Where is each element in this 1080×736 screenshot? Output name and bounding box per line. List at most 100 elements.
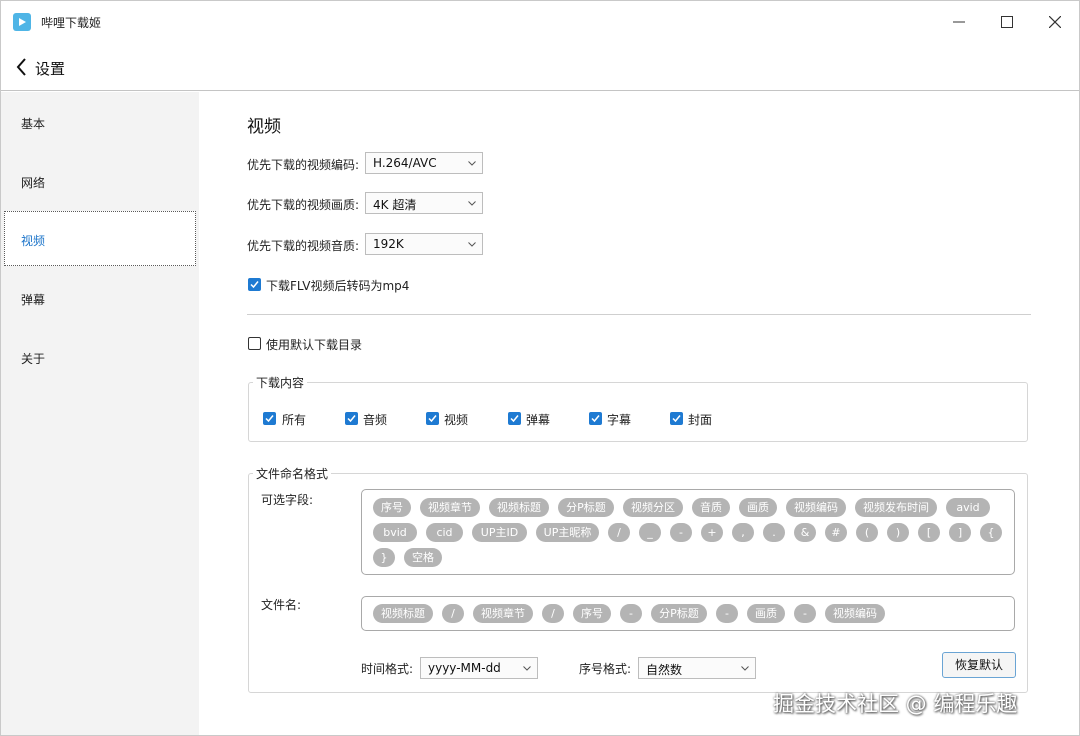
number-format-value: 自然数 bbox=[646, 663, 683, 677]
minimize-button[interactable] bbox=[948, 11, 970, 33]
app-title: 哔哩下载姬 bbox=[41, 16, 102, 30]
field-chip[interactable]: - bbox=[670, 523, 692, 542]
field-chip[interactable]: - bbox=[794, 604, 816, 623]
field-chip[interactable]: ] bbox=[949, 523, 971, 542]
content-audio-label: 音频 bbox=[363, 413, 388, 427]
field-chip[interactable]: _ bbox=[639, 523, 661, 542]
field-chip[interactable]: ) bbox=[887, 523, 909, 542]
number-format-label: 序号格式: bbox=[579, 662, 632, 676]
checkmark-icon bbox=[672, 415, 681, 423]
field-chip[interactable]: 序号 bbox=[573, 604, 611, 623]
codec-label: 优先下载的视频编码: bbox=[247, 158, 360, 172]
field-chip[interactable]: / bbox=[442, 604, 464, 623]
quality-select[interactable]: 4K 超清 bbox=[365, 192, 483, 214]
field-chip[interactable]: 空格 bbox=[404, 548, 442, 567]
field-chip[interactable]: - bbox=[620, 604, 642, 623]
field-chip[interactable]: 序号 bbox=[373, 498, 411, 517]
content-video-label: 视频 bbox=[444, 413, 469, 427]
codec-select[interactable]: H.264/AVC bbox=[365, 152, 483, 174]
field-chip[interactable]: 视频标题 bbox=[373, 604, 433, 623]
field-chip[interactable]: - bbox=[716, 604, 738, 623]
field-chip[interactable]: cid bbox=[426, 523, 463, 542]
page-title: 设置 bbox=[35, 60, 66, 78]
field-chip[interactable]: 视频编码 bbox=[786, 498, 846, 517]
back-button[interactable]: 设置 bbox=[15, 55, 75, 79]
watermark: 掘金技术社区 @ 编程乐趣 bbox=[773, 692, 1018, 716]
sidebar-item-label: 网络 bbox=[21, 176, 46, 190]
field-chip[interactable]: 视频分区 bbox=[623, 498, 683, 517]
content-danmaku-checkbox[interactable] bbox=[508, 412, 521, 425]
content-video-checkbox[interactable] bbox=[426, 412, 439, 425]
field-chip[interactable]: 视频发布时间 bbox=[855, 498, 937, 517]
field-chip[interactable]: 视频编码 bbox=[825, 604, 885, 623]
close-button[interactable] bbox=[1044, 11, 1066, 33]
audio-select[interactable]: 192K bbox=[365, 233, 483, 255]
sidebar-item-danmaku[interactable]: 弹幕 bbox=[4, 270, 196, 325]
sidebar-item-basic[interactable]: 基本 bbox=[4, 94, 196, 149]
optional-fields-label: 可选字段: bbox=[261, 493, 314, 507]
maximize-icon bbox=[1001, 16, 1013, 28]
field-chip[interactable]: 画质 bbox=[747, 604, 785, 623]
quality-value: 4K 超清 bbox=[373, 198, 417, 212]
field-chip[interactable]: & bbox=[794, 523, 816, 542]
app-window: 哔哩下载姬 设置 基本 网络 视频 弹幕 关于 视频 优先下载的视频编码: H.… bbox=[0, 0, 1080, 736]
quality-label: 优先下载的视频画质: bbox=[247, 198, 360, 212]
sidebar-item-label: 视频 bbox=[21, 234, 46, 248]
title-bar: 哔哩下载姬 bbox=[1, 1, 1079, 43]
field-chip[interactable]: bvid bbox=[373, 523, 417, 542]
field-chip[interactable]: . bbox=[763, 523, 785, 542]
content-danmaku-label: 弹幕 bbox=[526, 413, 551, 427]
flv-to-mp4-label: 下载FLV视频后转码为mp4 bbox=[266, 279, 410, 293]
reset-default-button[interactable]: 恢复默认 bbox=[942, 652, 1016, 678]
field-chip[interactable]: # bbox=[825, 523, 847, 542]
field-chip[interactable]: + bbox=[701, 523, 723, 542]
content-subtitle-checkbox[interactable] bbox=[589, 412, 602, 425]
flv-to-mp4-checkbox[interactable] bbox=[248, 278, 261, 291]
sidebar-item-label: 基本 bbox=[21, 117, 46, 131]
content-all-checkbox[interactable] bbox=[263, 412, 276, 425]
content-audio-checkbox[interactable] bbox=[345, 412, 358, 425]
checkmark-icon bbox=[250, 281, 259, 289]
sidebar-item-video[interactable]: 视频 bbox=[4, 211, 196, 266]
field-chip[interactable]: 音质 bbox=[692, 498, 730, 517]
field-chip[interactable]: 视频章节 bbox=[473, 604, 533, 623]
field-chip[interactable]: 画质 bbox=[739, 498, 777, 517]
chevron-down-icon bbox=[468, 242, 476, 247]
file-naming-legend: 文件命名格式 bbox=[253, 465, 332, 482]
sidebar: 基本 网络 视频 弹幕 关于 bbox=[1, 92, 199, 735]
field-chip[interactable]: / bbox=[608, 523, 630, 542]
settings-header: 设置 bbox=[1, 43, 1079, 91]
divider bbox=[247, 314, 1031, 315]
time-format-select[interactable]: yyyy-MM-dd bbox=[420, 657, 538, 679]
field-chip[interactable]: , bbox=[732, 523, 754, 542]
minimize-icon bbox=[953, 21, 965, 23]
field-chip[interactable]: ( bbox=[856, 523, 878, 542]
filename-label: 文件名: bbox=[261, 598, 302, 612]
chevron-down-icon bbox=[468, 161, 476, 166]
field-chip[interactable]: } bbox=[373, 548, 395, 567]
field-chip[interactable]: UP主ID bbox=[472, 523, 527, 542]
field-chip[interactable]: 视频章节 bbox=[420, 498, 480, 517]
field-chip[interactable]: { bbox=[980, 523, 1002, 542]
field-chip[interactable]: UP主昵称 bbox=[536, 523, 599, 542]
maximize-button[interactable] bbox=[996, 11, 1018, 33]
chevron-down-icon bbox=[741, 666, 749, 671]
chevron-left-icon bbox=[16, 58, 26, 76]
field-chip[interactable]: avid bbox=[946, 498, 990, 517]
field-chip[interactable]: 视频标题 bbox=[489, 498, 549, 517]
codec-value: H.264/AVC bbox=[373, 156, 437, 170]
field-chip[interactable]: / bbox=[542, 604, 564, 623]
field-chip[interactable]: 分P标题 bbox=[558, 498, 614, 517]
sidebar-item-about[interactable]: 关于 bbox=[4, 329, 196, 384]
field-chip[interactable]: [ bbox=[918, 523, 940, 542]
audio-label: 优先下载的视频音质: bbox=[247, 239, 360, 253]
audio-value: 192K bbox=[373, 237, 404, 251]
number-format-select[interactable]: 自然数 bbox=[638, 657, 756, 679]
sidebar-item-label: 弹幕 bbox=[21, 293, 46, 307]
default-dir-checkbox[interactable] bbox=[248, 337, 261, 350]
field-chip[interactable]: 分P标题 bbox=[651, 604, 707, 623]
sidebar-item-network[interactable]: 网络 bbox=[4, 153, 196, 208]
content-cover-checkbox[interactable] bbox=[670, 412, 683, 425]
section-title: 视频 bbox=[247, 117, 281, 137]
sidebar-item-label: 关于 bbox=[21, 352, 46, 366]
